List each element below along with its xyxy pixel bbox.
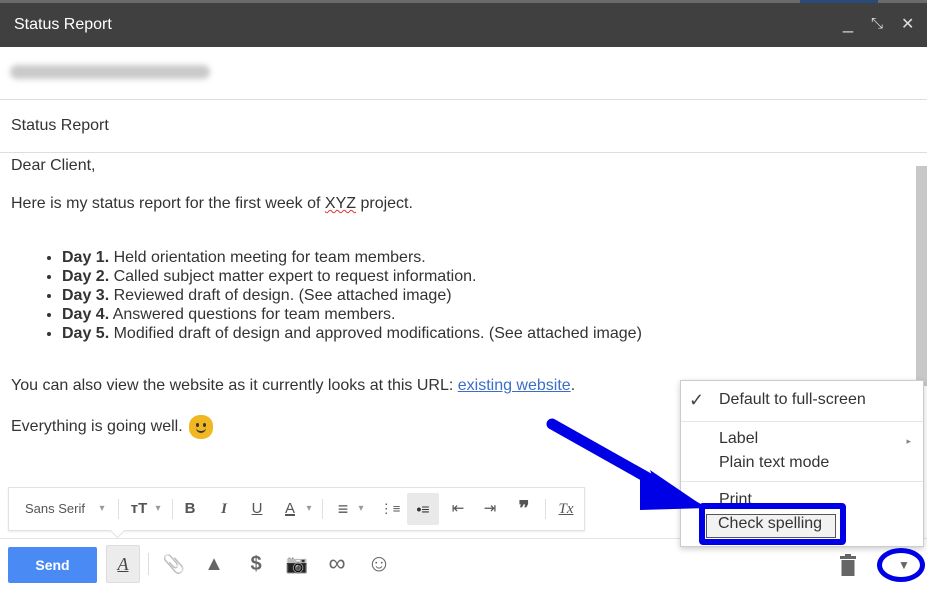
misspelled-word[interactable]: XYZ	[325, 195, 356, 212]
numbered-list-icon[interactable]: ⋮≡	[376, 488, 404, 530]
divider	[322, 499, 323, 519]
list-item: Day 4. Answered questions for team membe…	[62, 305, 642, 324]
underline-icon[interactable]: U	[246, 488, 268, 530]
intro-text: Here is my status report for the first w…	[11, 195, 325, 212]
annotation-highlight-box	[699, 503, 846, 545]
font-caret-icon[interactable]: ▾	[95, 488, 109, 530]
insert-link-icon[interactable]: ∞	[323, 551, 351, 577]
divider	[545, 499, 546, 519]
insert-emoji-icon[interactable]: ☺	[365, 551, 393, 577]
italic-icon[interactable]: I	[213, 488, 235, 530]
minimize-icon[interactable]: _	[843, 13, 853, 34]
send-money-icon[interactable]: $	[242, 551, 270, 577]
formatting-options-button[interactable]: A	[106, 545, 140, 583]
send-button[interactable]: Send	[8, 547, 97, 583]
intro-line: Here is my status report for the first w…	[11, 195, 413, 213]
divider	[148, 553, 149, 575]
subject-field[interactable]: Status Report	[0, 100, 927, 153]
formatting-toolbar: Sans Serif ▾ ᴛT ▾ B I U A ▾ ≡ ▾ ⋮≡ •≡ ⇤ …	[8, 487, 585, 531]
quote-icon[interactable]: ❞	[511, 488, 537, 530]
bulleted-list-icon[interactable]: •≡	[407, 493, 439, 525]
menu-item-label[interactable]: Label	[719, 430, 758, 448]
indent-more-icon[interactable]: ⇥	[477, 488, 503, 530]
url-line: You can also view the website as it curr…	[11, 377, 576, 394]
annotation-circle	[877, 548, 925, 582]
popout-icon[interactable]: ⤡	[871, 15, 883, 32]
submenu-arrow-icon: ▸	[906, 436, 911, 446]
menu-item-plain-text-mode[interactable]: Plain text mode	[719, 454, 829, 472]
font-family-select[interactable]: Sans Serif	[21, 488, 89, 530]
bold-icon[interactable]: B	[179, 488, 201, 530]
divider	[118, 499, 119, 519]
remove-formatting-icon[interactable]: Tx	[553, 488, 579, 530]
attach-file-icon[interactable]: 📎	[160, 551, 188, 577]
list-item: Day 1. Held orientation meeting for team…	[62, 248, 642, 267]
body-scrollbar[interactable]	[916, 166, 927, 386]
recipient-address-blurred	[10, 65, 210, 79]
menu-item-default-full-screen[interactable]: Default to full-screen	[719, 391, 866, 409]
window-title: Status Report	[14, 16, 112, 33]
list-item: Day 2. Called subject matter expert to r…	[62, 267, 642, 286]
discard-draft-icon[interactable]	[838, 553, 858, 579]
google-drive-icon[interactable]: ▲	[200, 551, 228, 577]
text-color-icon[interactable]: A	[279, 488, 301, 530]
menu-divider	[681, 421, 923, 422]
indent-less-icon[interactable]: ⇤	[445, 488, 471, 530]
intro-end: project.	[356, 195, 413, 212]
checkmark-icon: ✓	[689, 390, 705, 410]
compose-title-bar[interactable]: Status Report _ ⤡ ✕	[0, 3, 927, 47]
greeting: Dear Client,	[11, 157, 96, 174]
font-size-icon[interactable]: ᴛT	[126, 488, 152, 530]
align-icon[interactable]: ≡	[331, 488, 355, 530]
closing-line: Everything is going well.	[11, 415, 213, 439]
menu-divider	[681, 481, 923, 482]
existing-website-link[interactable]: existing website	[458, 377, 571, 394]
divider	[172, 499, 173, 519]
recipients-field[interactable]	[0, 47, 927, 100]
list-item: Day 3. Reviewed draft of design. (See at…	[62, 286, 642, 305]
close-icon[interactable]: ✕	[901, 14, 914, 34]
smiley-emoji-icon	[188, 415, 213, 439]
subject-value: Status Report	[11, 117, 109, 134]
list-item: Day 5. Modified draft of design and appr…	[62, 324, 642, 343]
status-list: Day 1. Held orientation meeting for team…	[40, 248, 642, 343]
insert-photo-icon[interactable]: 📷	[283, 551, 311, 577]
